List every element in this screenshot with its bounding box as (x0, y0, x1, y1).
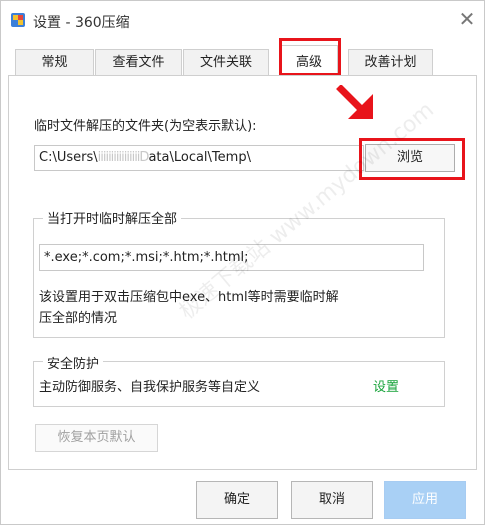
temp-folder-input[interactable]: C:\Users\iiiiiiiiiiiiiiiiData\Local\Temp… (34, 145, 364, 171)
security-group-title: 安全防护 (43, 353, 104, 372)
extract-description-line2: 压全部的情况 (39, 311, 118, 326)
path-obscured: iiiiiiiiiiiiiiiiD (97, 150, 150, 165)
highlight-box-tab (279, 38, 341, 76)
path-suffix: ata\Local\Temp\ (148, 150, 251, 165)
security-description: 主动防御服务、自我保护服务等自定义 (39, 380, 261, 395)
ok-button[interactable]: 确定 (196, 481, 278, 519)
app-icon (11, 13, 25, 27)
tab-view-files[interactable]: 查看文件 (95, 49, 182, 76)
tab-general[interactable]: 常规 (15, 49, 94, 76)
tab-bar: 常规 查看文件 文件关联 高级 改善计划 (15, 45, 475, 77)
title-bar: 设置 - 360压缩 ✕ (1, 1, 484, 41)
settings-window: 设置 - 360压缩 ✕ 常规 查看文件 文件关联 高级 改善计划 临时文件解压… (0, 0, 485, 525)
extract-group-title: 当打开时临时解压全部 (43, 208, 182, 227)
restore-defaults-button[interactable]: 恢复本页默认 (35, 424, 158, 452)
path-prefix: C:\Users\ (39, 150, 98, 165)
security-settings-link[interactable]: 设置 (373, 376, 399, 395)
window-title: 设置 - 360压缩 (33, 15, 130, 31)
apply-button[interactable]: 应用 (384, 481, 466, 519)
close-icon[interactable]: ✕ (455, 7, 479, 31)
tab-improvement-plan[interactable]: 改善计划 (348, 49, 433, 76)
tab-file-association[interactable]: 文件关联 (183, 49, 269, 76)
temp-folder-label: 临时文件解压的文件夹(为空表示默认): (34, 119, 257, 134)
cancel-button[interactable]: 取消 (291, 481, 373, 519)
red-arrow-icon (336, 85, 373, 119)
